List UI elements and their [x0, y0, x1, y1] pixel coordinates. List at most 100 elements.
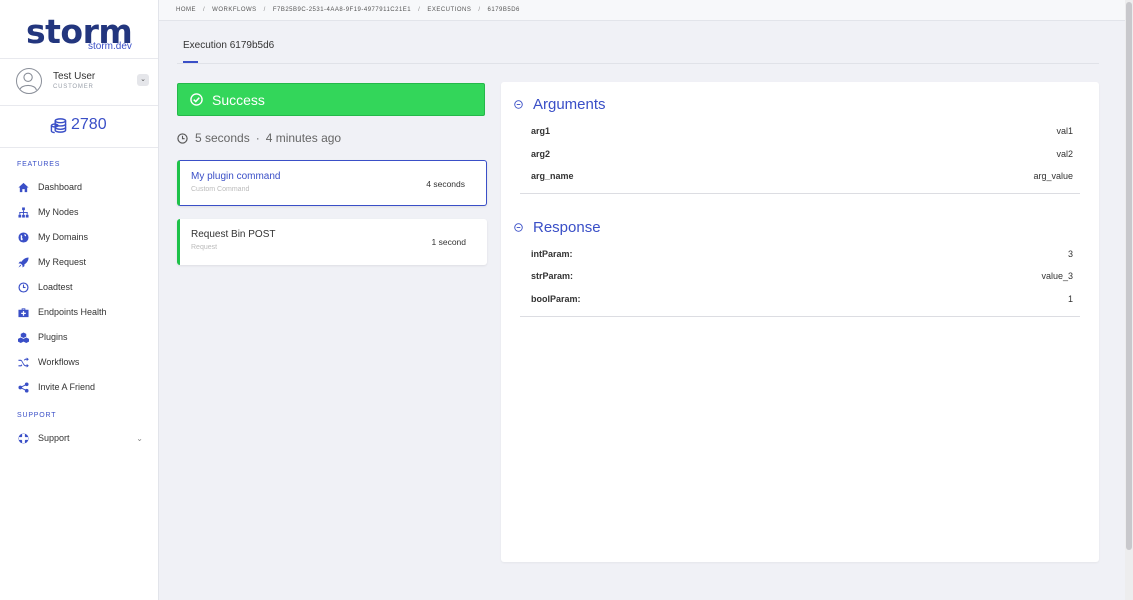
- command-title: My plugin command: [191, 171, 281, 182]
- arguments-title: Arguments: [533, 96, 606, 113]
- globe-icon: [17, 231, 29, 243]
- breadcrumb-home[interactable]: HOME: [176, 7, 196, 13]
- sidebar-item-my-nodes[interactable]: My Nodes: [17, 204, 147, 220]
- section-divider: [520, 316, 1080, 317]
- home-icon: [17, 181, 29, 193]
- chevron-down-icon[interactable]: ⌄: [136, 434, 143, 443]
- breadcrumb-executions[interactable]: EXECUTIONS: [427, 7, 471, 13]
- status-badge: Success: [177, 83, 485, 116]
- response-row: strParam: value_3: [531, 271, 1073, 285]
- collapse-icon: [514, 223, 523, 232]
- sidebar-item-support[interactable]: Support ⌄: [17, 430, 147, 446]
- argument-key: arg_name: [531, 171, 574, 181]
- response-row: intParam: 3: [531, 249, 1073, 263]
- duration-separator: ·: [255, 131, 260, 145]
- response-title: Response: [533, 219, 601, 236]
- argument-row: arg_name arg_value: [531, 171, 1073, 185]
- sidebar-item-label: My Request: [38, 257, 87, 267]
- command-type: Custom Command: [191, 186, 250, 193]
- sidebar-item-workflows[interactable]: Workflows: [17, 354, 147, 370]
- share-icon: [17, 381, 29, 393]
- logo-subtitle: storm.dev: [88, 41, 132, 52]
- cubes-icon: [17, 331, 29, 343]
- section-divider: [520, 193, 1080, 194]
- features-section-label: FEATURES: [17, 161, 61, 168]
- credits-value: 2780: [71, 116, 107, 133]
- command-time: 1 second: [431, 237, 467, 247]
- response-key: strParam:: [531, 271, 574, 281]
- check-circle-icon: [190, 93, 203, 106]
- support-section-label: SUPPORT: [17, 412, 57, 419]
- lifebuoy-icon: [17, 432, 29, 444]
- medkit-icon: [17, 306, 29, 318]
- command-card-my-plugin-command[interactable]: My plugin command Custom Command 4 secon…: [177, 160, 487, 206]
- storm-logo[interactable]: storm storm.dev: [26, 12, 136, 56]
- response-value: 3: [1067, 249, 1073, 259]
- coins-icon: [50, 117, 67, 133]
- argument-value: val1: [1056, 126, 1073, 136]
- tab-bar: Execution 6179b5d6: [177, 22, 1099, 64]
- tab-active-indicator: [183, 61, 198, 63]
- sidebar-item-label: My Nodes: [38, 207, 79, 217]
- breadcrumb-separator: /: [418, 7, 421, 13]
- breadcrumb-workflow-id[interactable]: F7B25B9C-2531-4AA8-9F19-4977911C21E1: [273, 7, 411, 13]
- response-row: boolParam: 1: [531, 294, 1073, 308]
- status-label: Success: [212, 91, 265, 108]
- argument-key: arg2: [531, 149, 551, 159]
- page-scrollbar[interactable]: [1125, 0, 1133, 600]
- argument-row: arg2 val2: [531, 149, 1073, 163]
- random-icon: [17, 356, 29, 368]
- sidebar-item-label: Workflows: [38, 357, 80, 367]
- user-name: Test User: [53, 71, 96, 82]
- duration-ago: 4 minutes ago: [265, 131, 342, 145]
- command-detail-panel: Arguments arg1 val1 arg2 val2 arg_name a…: [501, 82, 1099, 562]
- response-value: value_3: [1041, 271, 1073, 281]
- sidebar-item-my-request[interactable]: My Request: [17, 254, 147, 270]
- sidebar: storm storm.dev Test User CUSTOMER ⌄ 278…: [0, 0, 159, 600]
- response-key: intParam:: [531, 249, 573, 259]
- sidebar-item-label: Endpoints Health: [38, 307, 107, 317]
- sidebar-item-label: Loadtest: [38, 282, 73, 292]
- response-key: boolParam:: [531, 294, 581, 304]
- tab-execution[interactable]: Execution 6179b5d6: [183, 40, 274, 51]
- argument-row: arg1 val1: [531, 126, 1073, 140]
- sidebar-item-label: Support: [38, 433, 70, 443]
- sidebar-item-endpoints-health[interactable]: Endpoints Health: [17, 304, 147, 320]
- rocket-icon: [17, 256, 29, 268]
- scrollbar-thumb[interactable]: [1126, 2, 1132, 550]
- user-panel: Test User CUSTOMER ⌄: [0, 58, 158, 106]
- user-avatar-icon: [19, 72, 37, 91]
- execution-duration: 5 seconds · 4 minutes ago: [177, 131, 341, 145]
- sidebar-item-plugins[interactable]: Plugins: [17, 329, 147, 345]
- argument-value: arg_value: [1033, 171, 1073, 181]
- sidebar-item-invite-a-friend[interactable]: Invite A Friend: [17, 379, 147, 395]
- sidebar-item-my-domains[interactable]: My Domains: [17, 229, 147, 245]
- arguments-section-header[interactable]: Arguments: [514, 96, 606, 113]
- breadcrumb-workflows[interactable]: WORKFLOWS: [212, 7, 257, 13]
- argument-key: arg1: [531, 126, 551, 136]
- duration-elapsed: 5 seconds: [195, 131, 250, 145]
- command-type: Request: [191, 244, 218, 251]
- breadcrumb: HOME / WORKFLOWS / F7B25B9C-2531-4AA8-9F…: [159, 0, 1133, 21]
- sidebar-item-label: My Domains: [38, 232, 89, 242]
- breadcrumb-execution-id: 6179B5D6: [487, 7, 520, 13]
- command-title: Request Bin POST: [191, 229, 276, 240]
- sidebar-item-loadtest[interactable]: Loadtest: [17, 279, 147, 295]
- user-menu-toggle[interactable]: ⌄: [137, 74, 149, 86]
- clock-icon: [177, 132, 188, 144]
- sidebar-item-label: Invite A Friend: [38, 382, 96, 392]
- argument-value: val2: [1056, 149, 1073, 159]
- user-role: CUSTOMER: [53, 84, 94, 90]
- breadcrumb-separator: /: [478, 7, 481, 13]
- command-time: 4 seconds: [426, 179, 465, 189]
- command-card-request-bin-post[interactable]: Request Bin POST Request 1 second: [177, 219, 487, 265]
- sidebar-item-label: Plugins: [38, 332, 68, 342]
- sidebar-item-dashboard[interactable]: Dashboard: [17, 179, 147, 195]
- response-section-header[interactable]: Response: [514, 219, 601, 236]
- response-value: 1: [1067, 294, 1073, 304]
- avatar[interactable]: [16, 68, 42, 94]
- clock-icon: [17, 281, 29, 293]
- credits-panel: 2780: [0, 105, 158, 148]
- breadcrumb-separator: /: [263, 7, 266, 13]
- sidebar-item-label: Dashboard: [38, 182, 83, 192]
